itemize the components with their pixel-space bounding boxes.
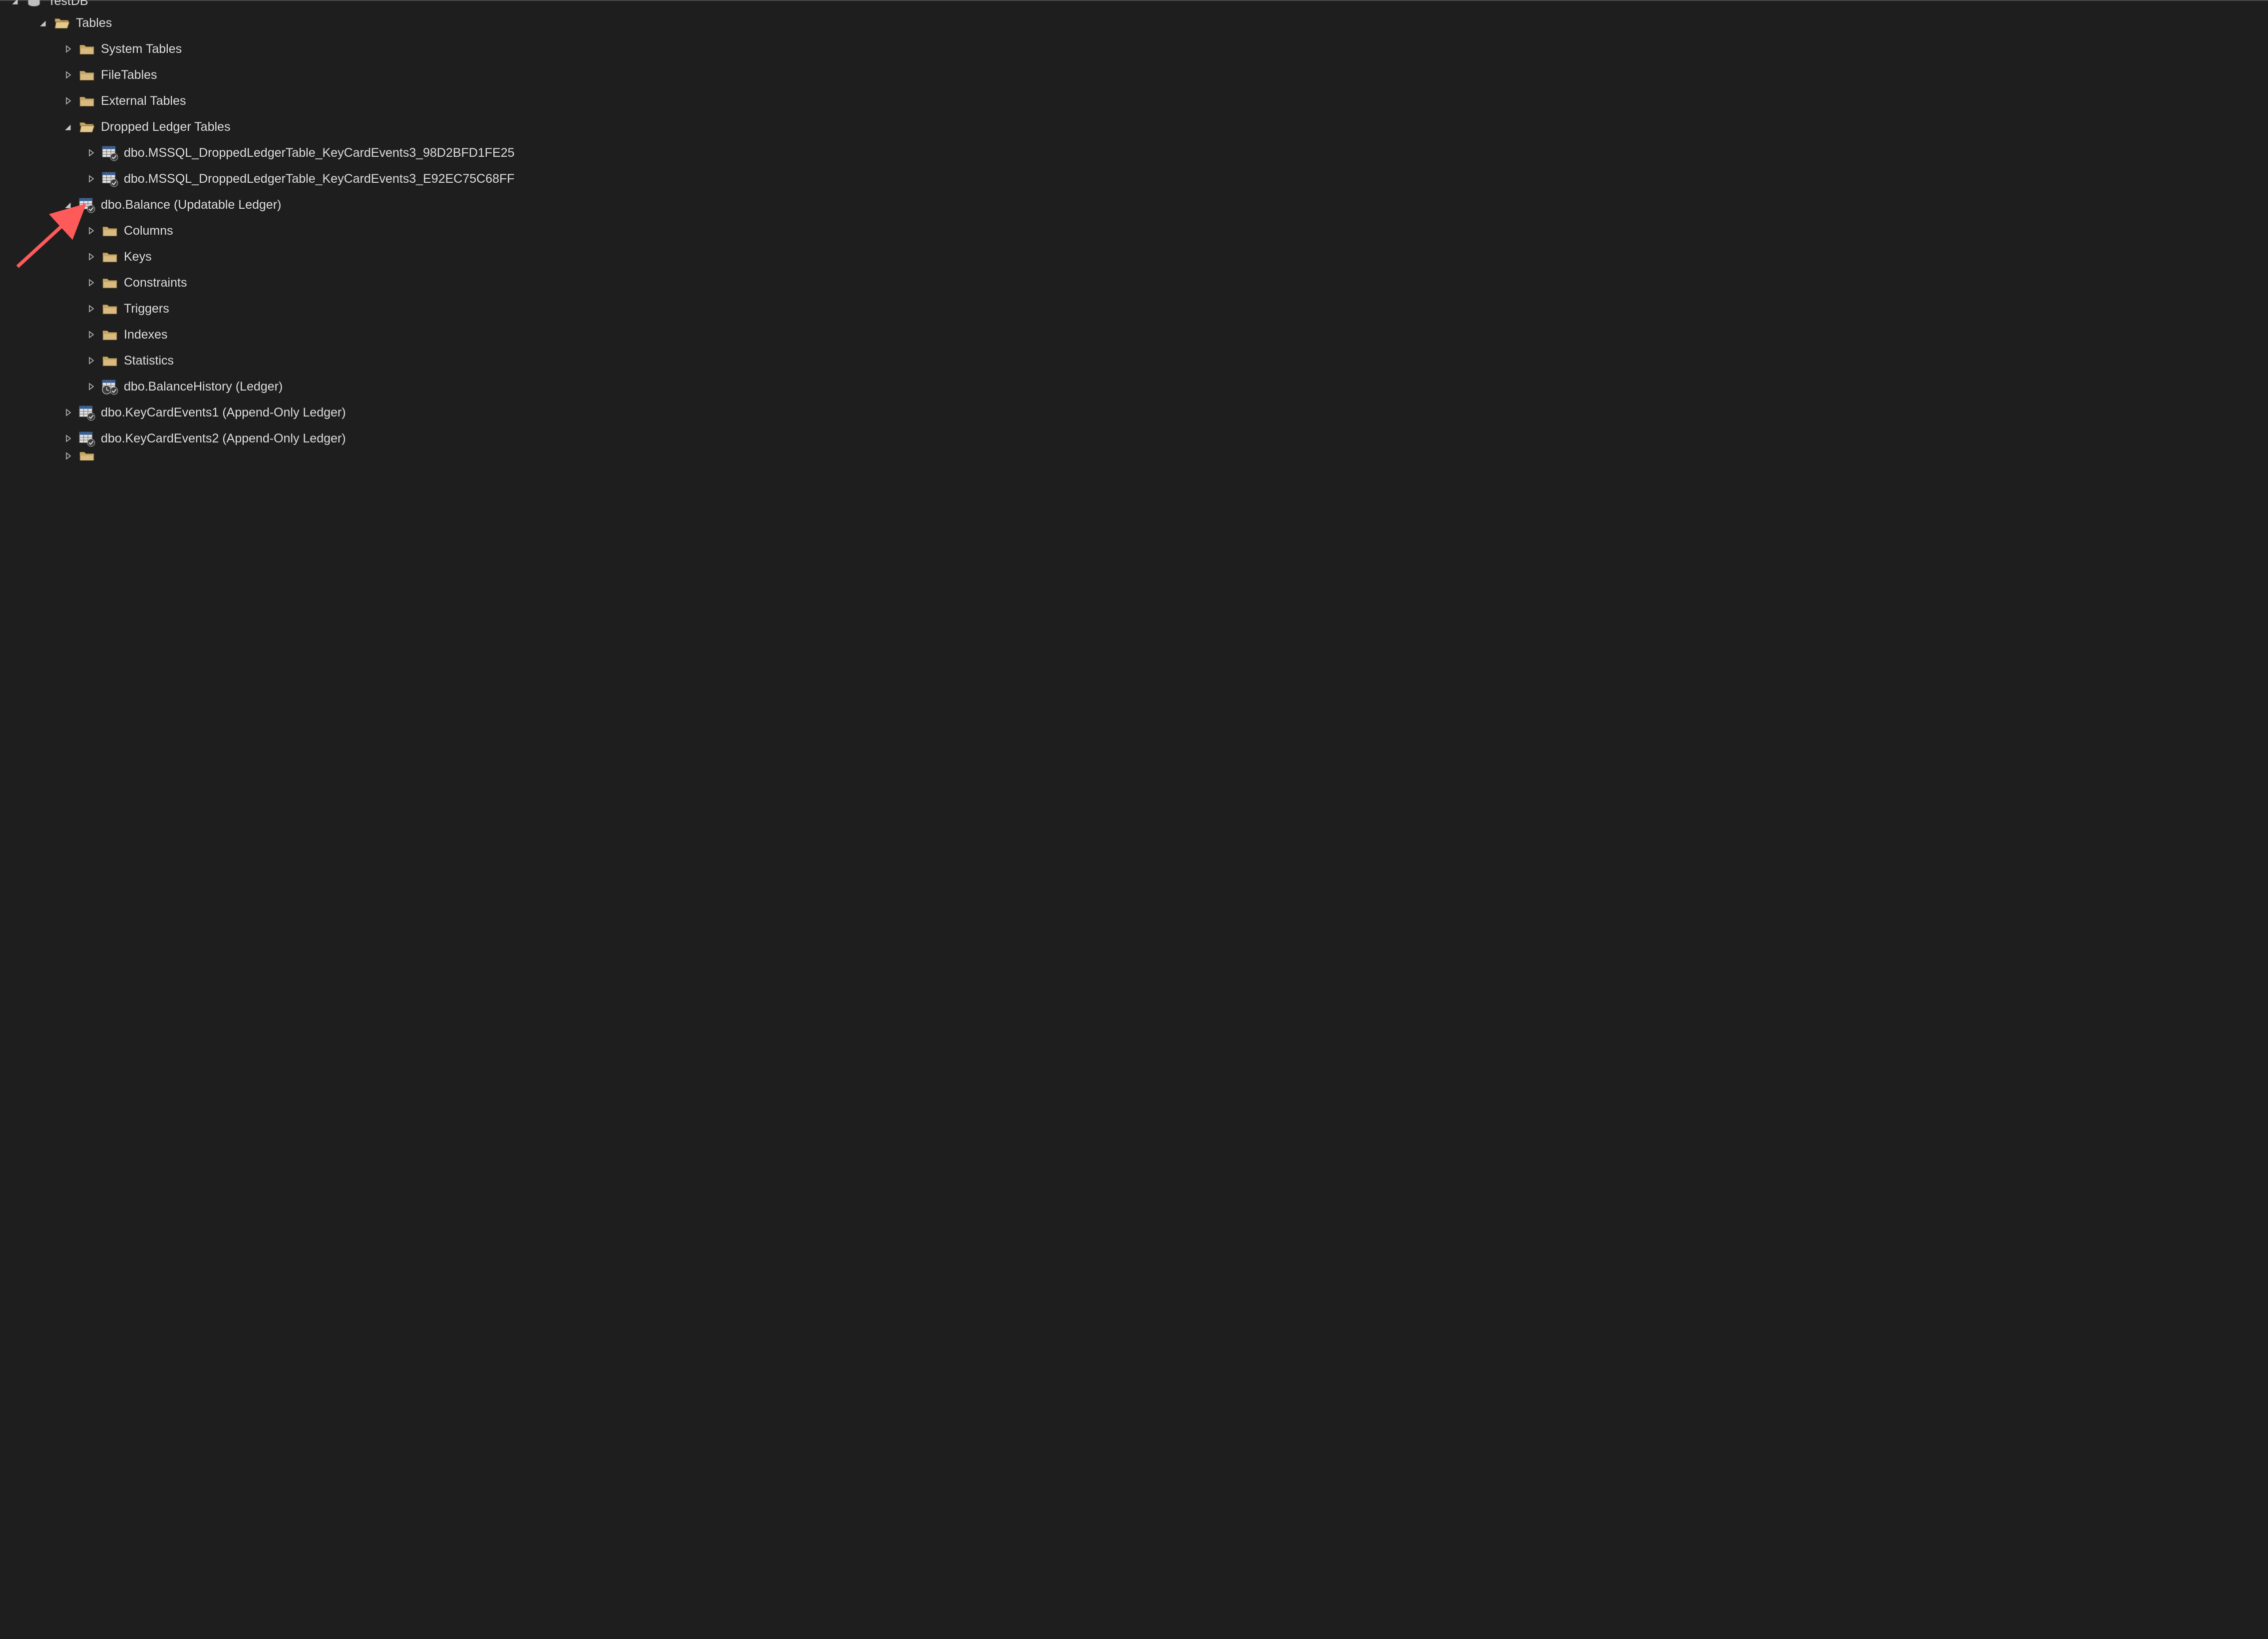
node-label: dbo.BalanceHistory (Ledger) [124,374,283,400]
tree-node-file-tables[interactable]: FileTables [0,62,628,88]
node-label: dbo.MSSQL_DroppedLedgerTable_KeyCardEven… [124,166,514,192]
tree-node-constraints[interactable]: Constraints [0,270,628,296]
tree-node-keycardevents1[interactable]: dbo.KeyCardEvents1 (Append-Only Ledger) [0,400,628,425]
tree-node-dropped-ledger-tables[interactable]: Dropped Ledger Tables [0,114,628,140]
history-table-icon [101,378,119,396]
tree-node-tables[interactable]: Tables [0,10,628,36]
database-icon [25,0,43,10]
tree-node-indexes[interactable]: Indexes [0,322,628,348]
expander-closed-icon[interactable] [85,276,98,289]
expander-closed-icon[interactable] [62,451,75,460]
expander-closed-icon[interactable] [62,406,75,419]
node-label: Statistics [124,348,174,374]
tree-node-columns[interactable]: Columns [0,218,628,244]
expander-closed-icon[interactable] [85,250,98,263]
tree-node-partial[interactable] [0,451,628,460]
object-explorer-tree[interactable]: TestDB Tables System Tables FileTables E… [0,0,628,460]
tree-node-keycardevents2[interactable]: dbo.KeyCardEvents2 (Append-Only Ledger) [0,425,628,451]
expander-closed-icon[interactable] [85,302,98,315]
node-label: Constraints [124,270,187,296]
folder-open-icon [78,118,96,136]
tree-node-external-tables[interactable]: External Tables [0,88,628,114]
node-label: Tables [76,10,112,36]
expander-closed-icon[interactable] [85,224,98,237]
expander-closed-icon[interactable] [62,68,75,81]
node-label: Keys [124,244,152,270]
node-label: dbo.KeyCardEvents2 (Append-Only Ledger) [101,425,346,451]
node-label: dbo.MSSQL_DroppedLedgerTable_KeyCardEven… [124,140,514,166]
folder-icon [101,352,119,370]
table-ledger-icon [78,429,96,447]
expander-closed-icon[interactable] [85,328,98,341]
tree-node-balance-table[interactable]: dbo.Balance (Updatable Ledger) [0,192,628,218]
table-ledger-icon [101,144,119,162]
folder-icon [78,92,96,110]
expander-closed-icon[interactable] [85,354,98,367]
tree-node-balance-history[interactable]: dbo.BalanceHistory (Ledger) [0,374,628,400]
folder-icon [101,222,119,240]
node-label: External Tables [101,88,186,114]
expander-open-icon[interactable] [62,198,75,211]
expander-open-icon[interactable] [37,16,50,29]
node-label: dbo.Balance (Updatable Ledger) [101,192,281,218]
node-label: Triggers [124,296,169,322]
folder-icon [101,326,119,344]
node-label: Indexes [124,322,168,348]
expander-open-icon[interactable] [9,0,22,7]
expander-closed-icon[interactable] [62,42,75,55]
node-label: Dropped Ledger Tables [101,114,230,140]
tree-node-statistics[interactable]: Statistics [0,348,628,374]
expander-open-icon[interactable] [62,120,75,133]
expander-closed-icon[interactable] [85,380,98,393]
tree-node-dropped-table[interactable]: dbo.MSSQL_DroppedLedgerTable_KeyCardEven… [0,166,628,192]
folder-open-icon [53,14,71,32]
expander-closed-icon[interactable] [85,172,98,185]
node-label: dbo.KeyCardEvents1 (Append-Only Ledger) [101,400,346,425]
tree-node-system-tables[interactable]: System Tables [0,36,628,62]
folder-icon [78,40,96,58]
tree-node-database[interactable]: TestDB [0,0,628,10]
node-label: FileTables [101,62,157,88]
folder-icon [78,66,96,84]
folder-icon [101,274,119,292]
node-label: Columns [124,218,173,244]
tree-node-keys[interactable]: Keys [0,244,628,270]
folder-icon [101,248,119,266]
tree-node-triggers[interactable]: Triggers [0,296,628,322]
folder-icon [78,451,96,460]
expander-closed-icon[interactable] [62,432,75,445]
node-label: System Tables [101,36,182,62]
table-ledger-icon [101,170,119,188]
expander-closed-icon[interactable] [62,94,75,107]
folder-icon [101,300,119,318]
expander-closed-icon[interactable] [85,146,98,159]
table-ledger-icon [78,404,96,421]
table-ledger-icon [78,196,96,214]
tree-node-dropped-table[interactable]: dbo.MSSQL_DroppedLedgerTable_KeyCardEven… [0,140,628,166]
